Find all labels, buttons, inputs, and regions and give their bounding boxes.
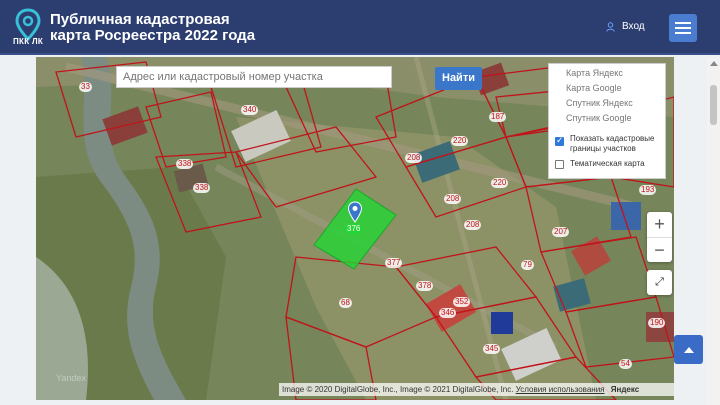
yandex-watermark: Yandex [56,373,86,383]
login-label: Вход [622,21,645,32]
layer-google-map[interactable]: Карта Google [566,83,622,93]
page-scrollbar[interactable] [707,57,720,405]
parcel-label[interactable]: 345 [483,344,501,354]
title-line-2: карта Росреестра 2022 года [50,27,256,44]
parcel-label[interactable]: 346 [439,308,457,318]
layer-google-satellite[interactable]: Спутник Google [566,113,631,123]
parcel-label[interactable]: 79 [521,260,534,270]
arrow-up-icon [683,346,694,353]
map-view[interactable]: 376 33 340 338 338 208 220 187 208 220 2… [36,57,674,400]
parcel-label[interactable]: 338 [176,159,194,169]
logo-text: ПКК ЛК [13,37,44,46]
parcel-label[interactable]: 220 [451,136,469,146]
parcel-label[interactable]: 54 [619,359,632,369]
parcel-label[interactable]: 190 [648,318,666,328]
scrollbar-thumb[interactable] [710,85,717,125]
page-title: Публичная кадастровая карта Росреестра 2… [50,12,255,44]
parcel-label[interactable]: 208 [405,153,423,163]
hamburger-icon [675,22,691,24]
parcel-label[interactable]: 338 [193,183,211,193]
yandex-brand[interactable]: Яндекс [611,385,639,394]
parcel-label[interactable]: 378 [416,281,434,291]
parcel-label[interactable]: 208 [464,220,482,230]
cadastral-borders-checkbox[interactable] [555,135,564,146]
fullscreen-button[interactable]: ⤢ [647,270,672,295]
parcel-label[interactable]: 377 [385,258,403,268]
zoom-in-button[interactable]: + [647,212,672,237]
title-line-1: Публичная кадастровая [50,11,230,28]
zoom-out-button[interactable]: − [647,237,672,262]
parcel-label[interactable]: 68 [339,298,352,308]
parcel-label[interactable]: 208 [444,194,462,204]
parcel-label[interactable]: 187 [489,112,507,122]
top-header: ПКК ЛК Публичная кадастровая карта Росре… [0,0,720,55]
login-link[interactable]: Вход [606,21,645,32]
layer-yandex-map[interactable]: Карта Яндекс [566,68,623,78]
thematic-map-label: Тематическая карта [570,159,645,168]
map-marker-icon[interactable] [347,201,363,223]
layers-panel: Карта Яндекс Карта Google Спутник Яндекс… [548,63,666,179]
search-input[interactable] [116,66,392,88]
map-copyright: Image © 2020 DigitalGlobe, Inc., Image ©… [279,383,674,396]
find-button[interactable]: Найти [435,67,482,90]
layer-yandex-satellite[interactable]: Спутник Яндекс [566,98,633,108]
parcel-label[interactable]: 340 [241,105,259,115]
cadastral-borders-label: Показать кадастровые границы участков [570,134,655,153]
parcel-label[interactable]: 193 [639,185,657,195]
parcel-label[interactable]: 220 [491,178,509,188]
parcel-label[interactable]: 33 [79,82,92,92]
expand-icon: ⤢ [655,276,664,288]
parcel-label[interactable]: 207 [552,227,570,237]
thematic-map-checkbox[interactable] [555,160,564,169]
scroll-up-arrow-icon[interactable] [710,61,718,66]
parcel-label[interactable]: 352 [453,297,471,307]
hamburger-menu-button[interactable] [669,14,697,42]
selected-parcel-label: 376 [345,224,363,234]
user-icon [606,21,615,32]
scroll-to-top-button[interactable] [674,335,703,364]
zoom-control: + − [647,212,672,262]
terms-link[interactable]: Условия использования [516,385,605,394]
